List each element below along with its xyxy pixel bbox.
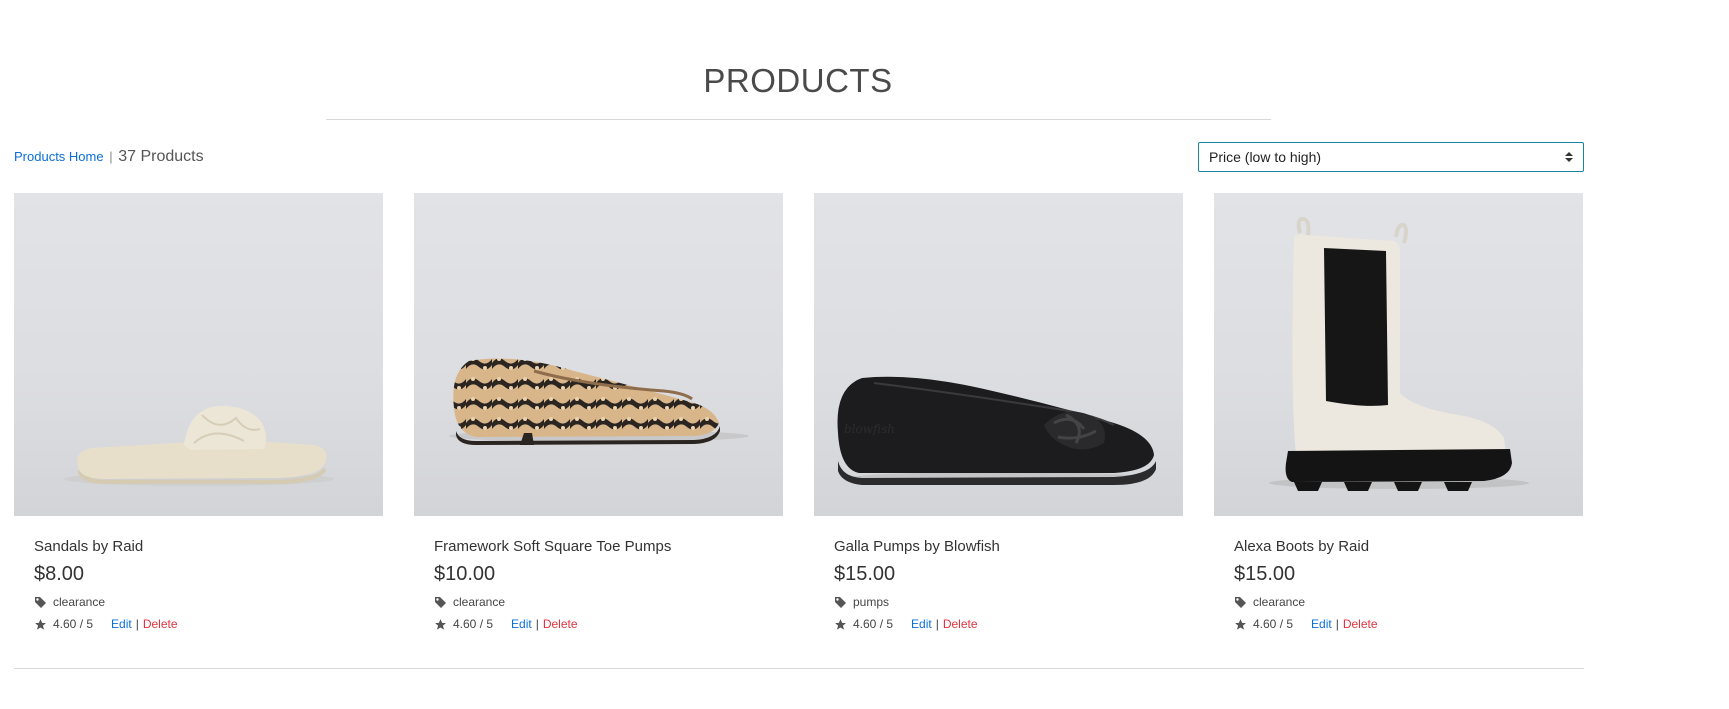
separator: | [1335, 617, 1339, 631]
product-tag: clearance [434, 595, 763, 609]
tag-label[interactable]: clearance [53, 595, 105, 609]
product-price: $8.00 [34, 563, 85, 585]
product-name[interactable]: Sandals by Raid [34, 538, 363, 555]
product-rating: 4.60 / 5 [53, 617, 94, 631]
star-icon [1234, 618, 1247, 631]
product-count: 37 Products [118, 148, 204, 165]
product-tag: clearance [1234, 595, 1563, 609]
product-card: Alexa Boots by Raid $15.00 clearance 4.6… [1214, 193, 1583, 631]
star-icon [434, 618, 447, 631]
snakeskin-pump-image[interactable] [414, 193, 783, 516]
tag-label[interactable]: clearance [1253, 595, 1305, 609]
product-meta: 4.60 / 5 Edit | Delete [434, 617, 763, 631]
sandal-image[interactable] [14, 193, 383, 516]
delete-link[interactable]: Delete [943, 617, 978, 631]
delete-link[interactable]: Delete [1343, 617, 1378, 631]
results-summary: Products Home | 37 Products [14, 148, 204, 166]
separator: | [109, 149, 113, 164]
product-tag: clearance [34, 595, 363, 609]
star-icon [834, 618, 847, 631]
tag-icon [834, 596, 847, 609]
page-title: PRODUCTS [703, 62, 893, 99]
product-rating: 4.60 / 5 [453, 617, 494, 631]
product-price: $15.00 [834, 563, 896, 585]
product-card: Sandals by Raid $8.00 clearance 4.60 / 5… [14, 193, 383, 631]
tag-icon [1234, 596, 1247, 609]
tag-label[interactable]: clearance [453, 595, 505, 609]
separator: | [935, 617, 939, 631]
bottom-divider [14, 668, 1584, 669]
title-divider [326, 119, 1271, 120]
product-meta: 4.60 / 5 Edit | Delete [34, 617, 363, 631]
tag-icon [434, 596, 447, 609]
edit-link[interactable]: Edit [511, 617, 532, 631]
separator: | [535, 617, 539, 631]
product-name[interactable]: Alexa Boots by Raid [1234, 538, 1563, 555]
product-name[interactable]: Galla Pumps by Blowfish [834, 538, 1163, 555]
product-rating: 4.60 / 5 [1253, 617, 1294, 631]
sort-selected-value: Price (low to high) [1209, 149, 1322, 165]
chelsea-boot-image[interactable] [1214, 193, 1583, 516]
select-arrows-icon [1565, 152, 1573, 162]
delete-link[interactable]: Delete [543, 617, 578, 631]
product-price: $10.00 [434, 563, 496, 585]
delete-link[interactable]: Delete [143, 617, 178, 631]
product-card: Framework Soft Square Toe Pumps $10.00 c… [414, 193, 783, 631]
separator: | [135, 617, 139, 631]
edit-link[interactable]: Edit [1311, 617, 1332, 631]
black-pump-image[interactable]: blowfish [814, 193, 1183, 516]
product-meta: 4.60 / 5 Edit | Delete [834, 617, 1163, 631]
sort-select[interactable]: Price (low to high) [1198, 142, 1584, 172]
product-price: $15.00 [1234, 563, 1296, 585]
product-meta: 4.60 / 5 Edit | Delete [1234, 617, 1563, 631]
tag-label[interactable]: pumps [853, 595, 889, 609]
products-page: PRODUCTS Products Home | 37 Products Pri… [0, 0, 1729, 709]
product-tag: pumps [834, 595, 1163, 609]
products-home-link[interactable]: Products Home [14, 149, 104, 164]
product-card: blowfish Galla Pumps by Blowfish $15.00 … [814, 193, 1183, 631]
product-name[interactable]: Framework Soft Square Toe Pumps [434, 538, 763, 555]
edit-link[interactable]: Edit [111, 617, 132, 631]
edit-link[interactable]: Edit [911, 617, 932, 631]
svg-text:blowfish: blowfish [844, 422, 895, 436]
product-grid: Sandals by Raid $8.00 clearance 4.60 / 5… [14, 193, 1584, 631]
star-icon [34, 618, 47, 631]
tag-icon [34, 596, 47, 609]
product-rating: 4.60 / 5 [853, 617, 894, 631]
